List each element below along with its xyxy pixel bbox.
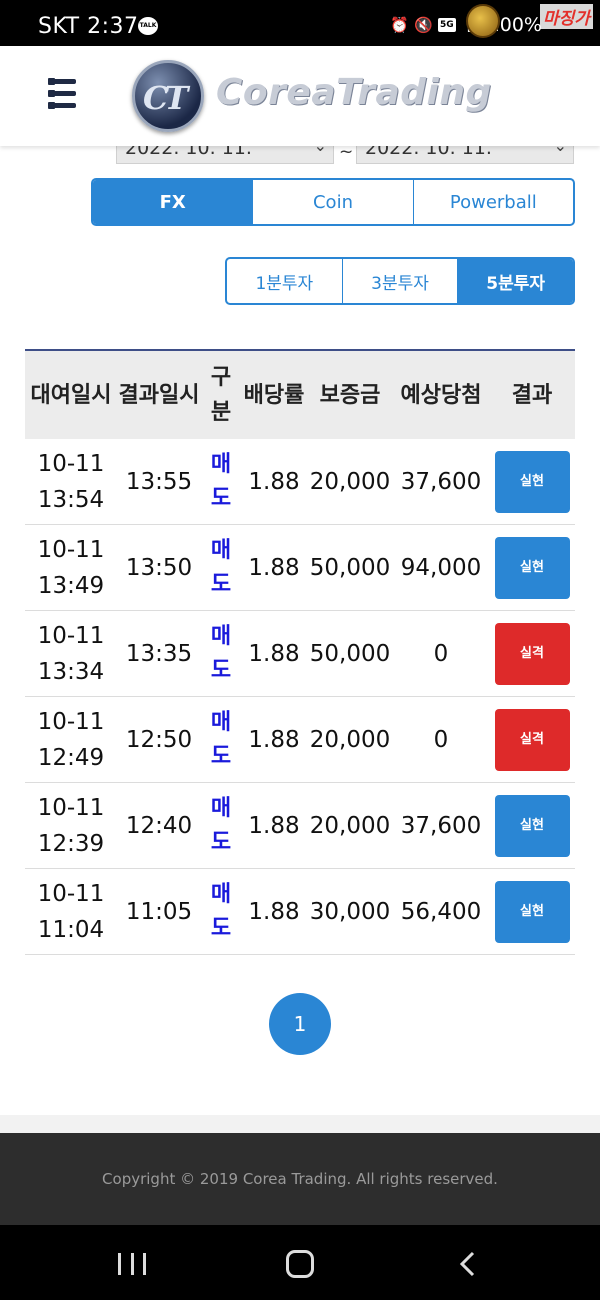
- system-navigation-bar: [0, 1225, 600, 1300]
- mute-icon: 🔇: [414, 16, 433, 34]
- expected-value: 94,000: [400, 554, 482, 581]
- table-row: 10-11 13:54 13:55 매도 1.88 20,000 37,600 실…: [25, 439, 575, 525]
- deposit-value: 30,000: [309, 898, 391, 925]
- watermark-text: 마징가: [540, 4, 593, 29]
- status-bar: SKT 2:37 TALK ⏰ 🔇 5G ▮ 100% 마징가: [0, 0, 600, 46]
- result-time: 11:05: [125, 898, 193, 925]
- hamburger-menu-icon[interactable]: [40, 78, 76, 109]
- entry-datetime: 10-11 12:39: [37, 794, 105, 857]
- trade-type: 매도: [210, 881, 232, 941]
- market-tabs: FX Coin Powerball: [91, 178, 575, 226]
- deposit-value: 20,000: [309, 812, 391, 839]
- deposit-value: 50,000: [309, 640, 391, 667]
- logo-text[interactable]: CoreaTrading: [216, 72, 492, 113]
- result-button[interactable]: 실현: [494, 880, 570, 943]
- header-result-time: 결과일시: [118, 382, 200, 408]
- trade-type: 매도: [210, 623, 232, 683]
- header-result: 결과: [511, 382, 553, 408]
- entry-datetime: 10-11 13:54: [37, 450, 105, 513]
- logo-mark: CT: [143, 79, 188, 117]
- logo-emblem[interactable]: CT: [132, 60, 204, 132]
- copyright-text: Copyright © 2019 Corea Trading. All righ…: [102, 1170, 498, 1188]
- footer: Copyright © 2019 Corea Trading. All righ…: [0, 1133, 600, 1225]
- odds-value: 1.88: [248, 726, 300, 753]
- result-time: 12:50: [125, 726, 193, 753]
- trade-type: 매도: [210, 537, 232, 597]
- kakaotalk-icon: TALK: [138, 17, 158, 35]
- alarm-icon: ⏰: [390, 16, 409, 34]
- result-button[interactable]: 실현: [494, 794, 570, 857]
- odds-value: 1.88: [248, 640, 300, 667]
- trade-type: 매도: [210, 709, 232, 769]
- table-row: 10-11 12:49 12:50 매도 1.88 20,000 0 실격: [25, 697, 575, 783]
- interval-tabs: 1분투자 3분투자 5분투자: [225, 257, 575, 305]
- result-time: 12:40: [125, 812, 193, 839]
- entry-datetime: 10-11 13:49: [37, 536, 105, 599]
- result-button[interactable]: 실현: [494, 536, 570, 599]
- trade-type: 매도: [210, 795, 232, 855]
- table-row: 10-11 13:49 13:50 매도 1.88 50,000 94,000 실…: [25, 525, 575, 611]
- tab-1min[interactable]: 1분투자: [227, 259, 343, 303]
- home-icon[interactable]: [286, 1250, 314, 1278]
- expected-value: 37,600: [400, 812, 482, 839]
- network-icon: 5G: [438, 18, 456, 32]
- table-row: 10-11 13:34 13:35 매도 1.88 50,000 0 실격: [25, 611, 575, 697]
- result-time: 13:50: [125, 554, 193, 581]
- table-row: 10-11 11:04 11:05 매도 1.88 30,000 56,400 실…: [25, 869, 575, 955]
- trade-history-table: 대여일시 결과일시 구분 배당률 보증금 예상당첨 결과 10-11 13:54 …: [25, 349, 575, 955]
- tab-coin[interactable]: Coin: [253, 180, 414, 224]
- table-row: 10-11 12:39 12:40 매도 1.88 20,000 37,600 실…: [25, 783, 575, 869]
- page-1-button[interactable]: 1: [269, 993, 331, 1055]
- header-odds: 배당률: [243, 382, 305, 408]
- watermark-logo: 마징가: [466, 2, 600, 42]
- expected-value: 0: [433, 640, 449, 667]
- header-deposit: 보증금: [319, 382, 381, 408]
- expected-value: 37,600: [400, 468, 482, 495]
- recents-icon[interactable]: [118, 1253, 146, 1275]
- entry-datetime: 10-11 12:49: [37, 708, 105, 771]
- expected-value: 0: [433, 726, 449, 753]
- odds-value: 1.88: [248, 554, 300, 581]
- tab-3min[interactable]: 3분투자: [343, 259, 459, 303]
- app-header: CT CoreaTrading: [0, 46, 600, 146]
- deposit-value: 50,000: [309, 554, 391, 581]
- table-header: 대여일시 결과일시 구분 배당률 보증금 예상당첨 결과: [25, 351, 575, 439]
- result-button[interactable]: 실격: [494, 622, 570, 685]
- header-type: 구분: [210, 365, 232, 425]
- deposit-value: 20,000: [309, 468, 391, 495]
- trade-type: 매도: [210, 451, 232, 511]
- odds-value: 1.88: [248, 468, 300, 495]
- tab-5min[interactable]: 5분투자: [458, 259, 573, 303]
- expected-value: 56,400: [400, 898, 482, 925]
- result-time: 13:55: [125, 468, 193, 495]
- footer-divider: [0, 1115, 600, 1133]
- back-icon[interactable]: [458, 1251, 478, 1277]
- entry-datetime: 10-11 11:04: [37, 880, 105, 943]
- status-time: SKT 2:37: [38, 14, 139, 39]
- header-entry-time: 대여일시: [30, 382, 112, 408]
- result-time: 13:35: [125, 640, 193, 667]
- entry-datetime: 10-11 13:34: [37, 622, 105, 685]
- odds-value: 1.88: [248, 812, 300, 839]
- watermark-badge-icon: [466, 4, 500, 38]
- result-button[interactable]: 실현: [494, 450, 570, 513]
- result-button[interactable]: 실격: [494, 708, 570, 771]
- deposit-value: 20,000: [309, 726, 391, 753]
- header-expected: 예상당첨: [400, 382, 482, 408]
- tab-fx[interactable]: FX: [93, 180, 254, 224]
- tab-powerball[interactable]: Powerball: [414, 180, 573, 224]
- odds-value: 1.88: [248, 898, 300, 925]
- date-range-filter: 2022. 10. 11. ⌄ ~ 2022. 10. 11. ⌄: [0, 137, 600, 168]
